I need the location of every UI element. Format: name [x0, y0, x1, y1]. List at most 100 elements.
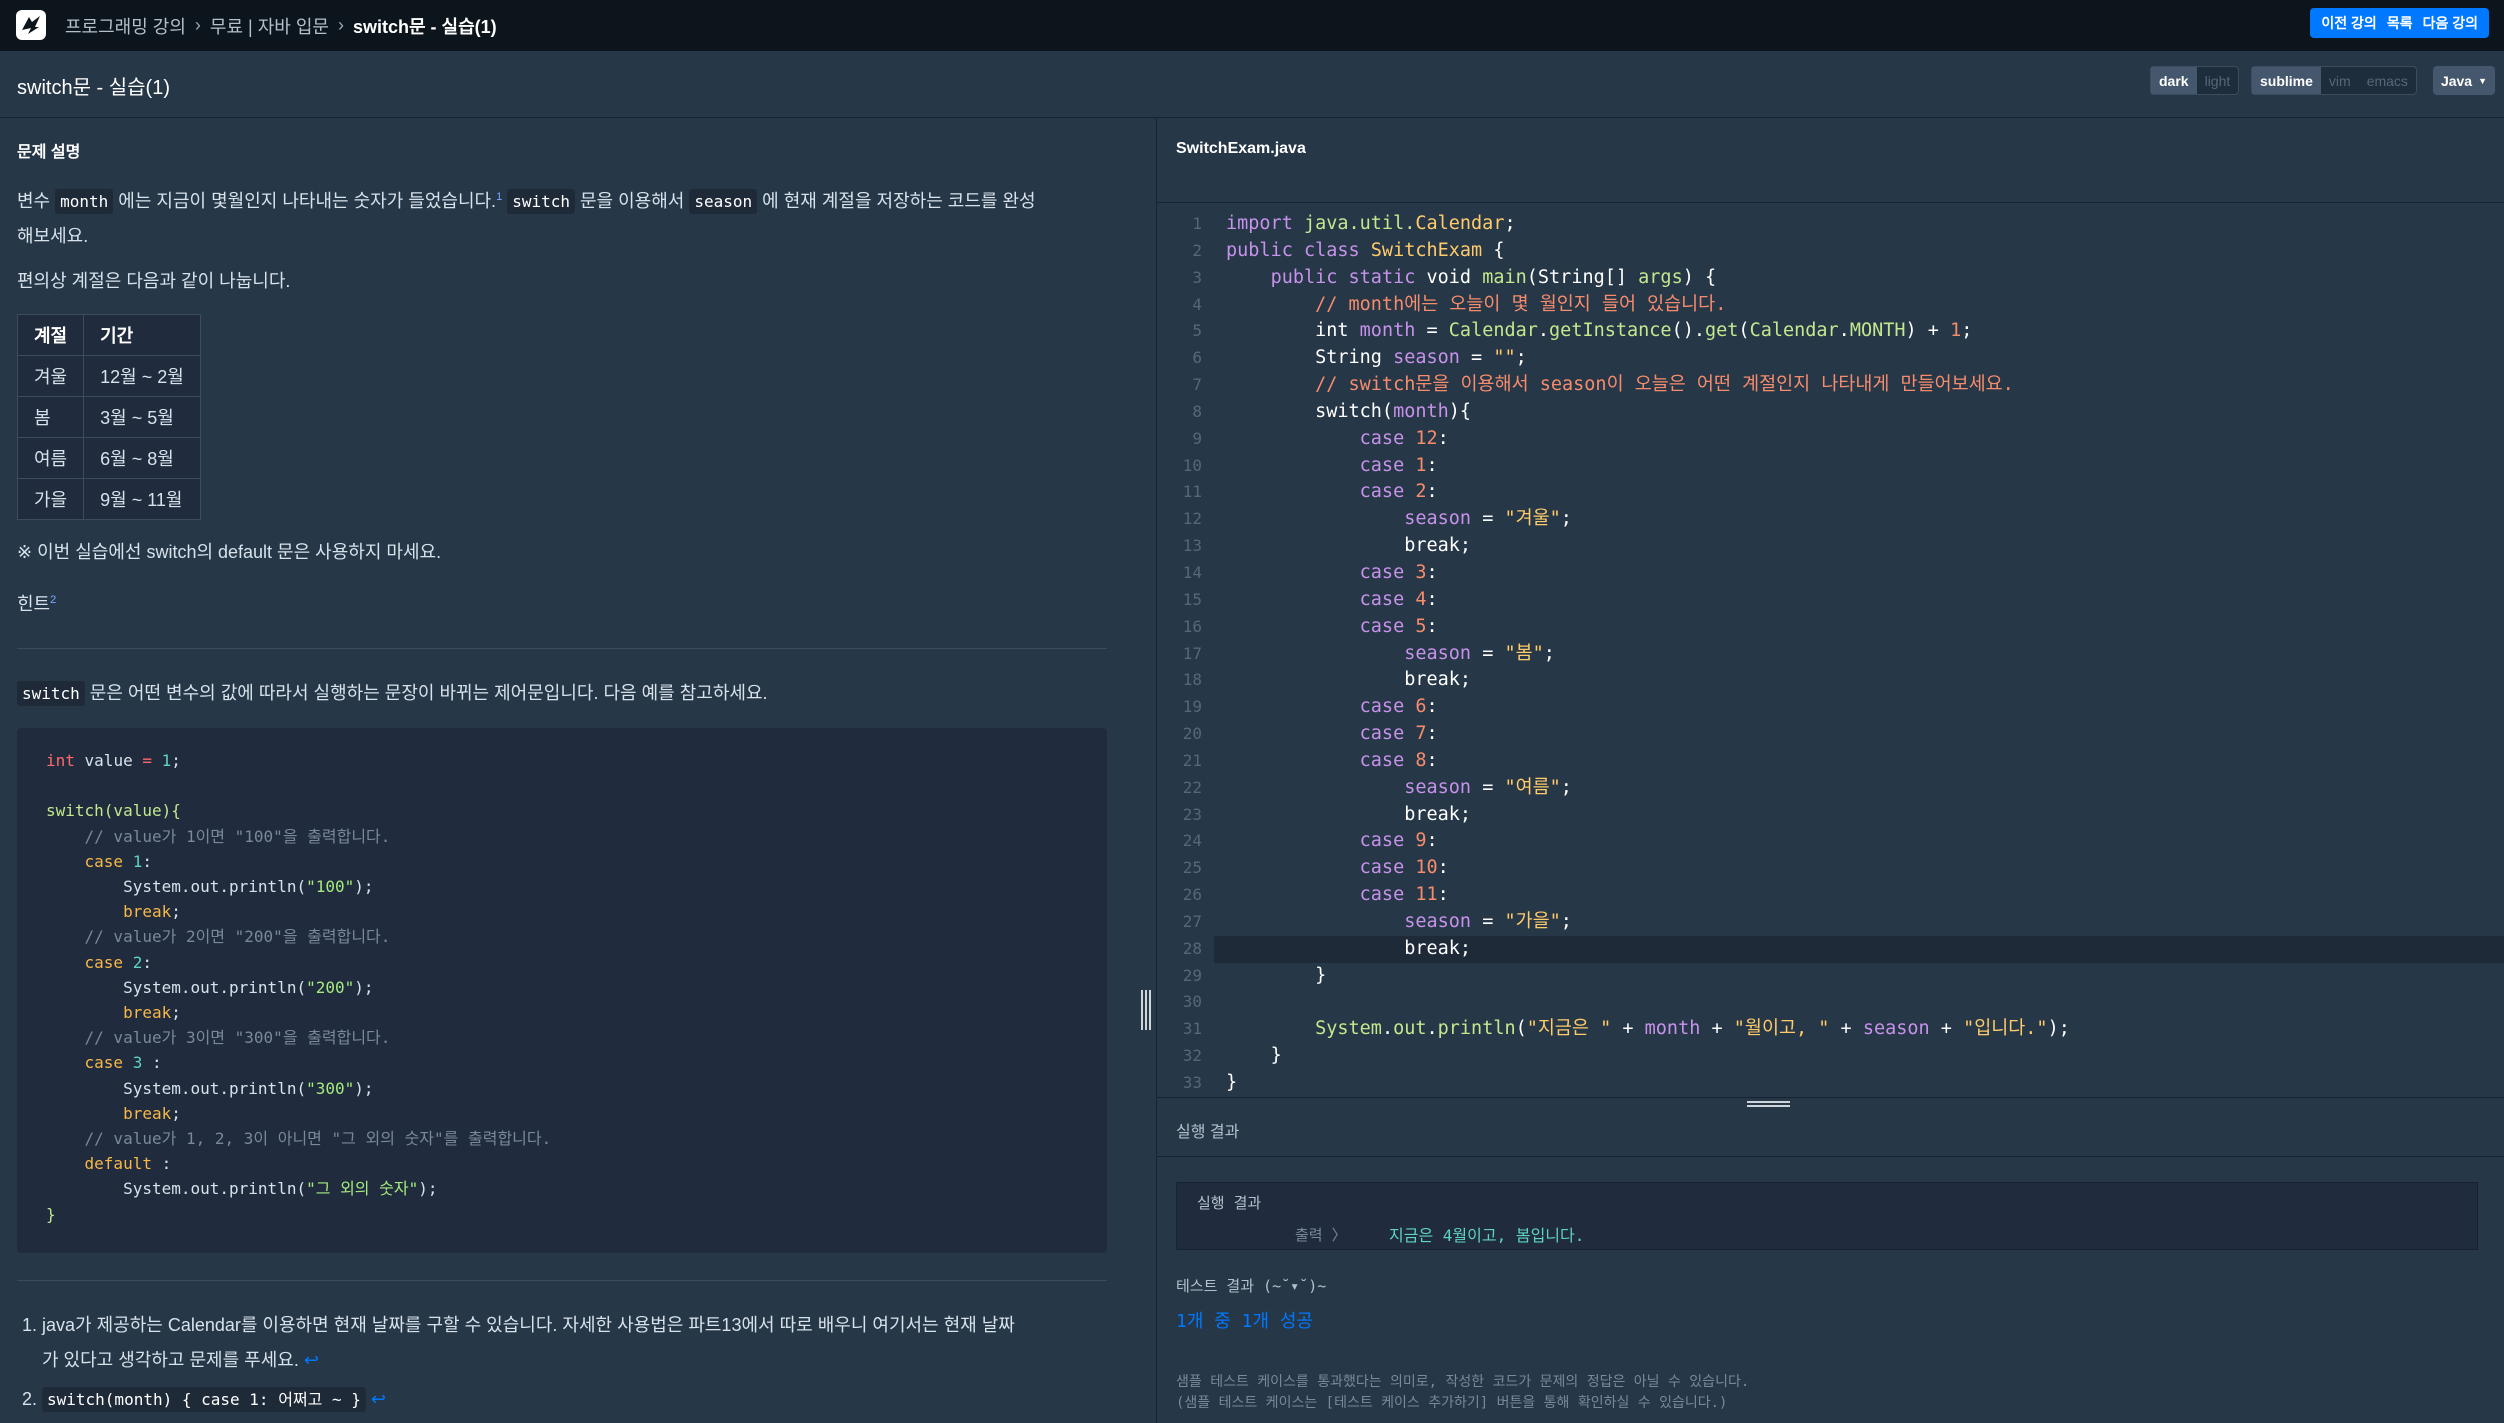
- code-line: import java.util.Calendar;: [1226, 213, 1516, 234]
- code-line: case 5:: [1359, 615, 1438, 637]
- return-icon[interactable]: ↩: [304, 1350, 319, 1370]
- footnotes: java가 제공하는 Calendar를 이용하면 현재 날짜를 구할 수 있습…: [26, 1308, 1015, 1417]
- result-header: 실행 결과: [1157, 1097, 2504, 1157]
- footnote-ref-1[interactable]: 1: [496, 191, 502, 203]
- result-output: 실행 결과 출력 〉 지금은 4월이고, 봄입니다. 테스트 결과 (~˘▾˘)…: [1157, 1157, 2504, 1423]
- code-line: case 7:: [1359, 723, 1438, 745]
- code-line: case 8:: [1359, 749, 1438, 771]
- panel-resize-handle[interactable]: [1141, 990, 1151, 1030]
- chevron-right-icon: ›: [337, 15, 344, 35]
- lecture-list-button[interactable]: 목록: [2382, 13, 2418, 33]
- line-number: 14: [1182, 562, 1202, 582]
- problem-description-panel: 문제 설명 변수 month 에는 지금이 몇월인지 나타내는 숫자가 들었습니…: [0, 118, 1128, 1423]
- code-line-current: break;: [1214, 935, 2504, 963]
- code-line: case 9:: [1359, 830, 1438, 852]
- line-number: 19: [1182, 697, 1202, 717]
- keymap-sublime-option[interactable]: sublime: [2252, 67, 2321, 94]
- code-line: case 12:: [1359, 427, 1449, 449]
- prev-lecture-button[interactable]: 이전 강의: [2316, 13, 2381, 33]
- code-line: season = "여름";: [1404, 776, 1572, 798]
- theme-light-option[interactable]: light: [2197, 67, 2239, 94]
- lecture-nav-buttons: 이전 강의 목록 다음 강의: [2310, 8, 2489, 38]
- code-editor[interactable]: 1 2 3 4 5 6 7 8 9 10 11 12 13 14 15 16 17 18 19 20 21 22 23 24 2…: [1157, 202, 2504, 1097]
- test-note: (샘플 테스트 케이스는 [테스트 케이스 추가하기] 버튼을 통해 확인하실 …: [1176, 1395, 1728, 1411]
- line-number: 20: [1182, 724, 1202, 744]
- theme-dark-option[interactable]: dark: [2151, 67, 2197, 94]
- table-cell: 봄: [16, 396, 85, 438]
- code-line: break;: [1404, 669, 1472, 691]
- keymap-vim-option[interactable]: vim: [2321, 67, 2359, 94]
- code-line: case 1:: [1359, 454, 1438, 476]
- footnote-1: java가 제공하는 Calendar를 이용하면 현재 날짜를 구할 수 있습…: [42, 1308, 1015, 1378]
- text: 문은 어떤 변수의 값에 따라서 실행하는 문장이 바뀌는 제어문입니다. 다음…: [84, 683, 768, 703]
- code-line: season = "봄";: [1404, 642, 1555, 664]
- line-number: 28: [1182, 938, 1202, 958]
- text: 에 현재 계절을 저장하는 코드를 완성: [757, 191, 1036, 211]
- code-editor-panel: SwitchExam.java 1 2 3 4 5 6 7 8 9 10 11 12 13 14 15 16 1…: [1156, 118, 2504, 1423]
- line-number: 25: [1182, 858, 1202, 878]
- table-header: 계절: [16, 314, 85, 356]
- code-line: case 11:: [1359, 884, 1449, 906]
- code-line: int month = Calendar.getInstance().get(C…: [1315, 320, 1973, 342]
- line-number: 15: [1182, 589, 1202, 609]
- breadcrumb-item-lectures[interactable]: 프로그래밍 강의: [65, 13, 186, 39]
- code-lines[interactable]: import java.util.Calendar; public class …: [1214, 211, 2504, 1097]
- table-row: 가을 9월 ~ 11월: [16, 478, 201, 520]
- code-line: // switch문을 이용해서 season이 오늘은 어떤 계절인지 나타내…: [1315, 374, 2014, 396]
- output-label: 출력 〉: [1295, 1226, 1347, 1244]
- editor-resize-handle[interactable]: [1747, 1101, 1790, 1111]
- keymap-emacs-option[interactable]: emacs: [2359, 67, 2416, 94]
- line-number: 11: [1182, 482, 1202, 502]
- line-number: 4: [1192, 294, 1202, 314]
- page-title: switch문 - 실습(1): [17, 77, 170, 99]
- code-line: break;: [1404, 803, 1472, 825]
- inline-code-season: season: [689, 189, 758, 214]
- footnote-text: java가 제공하는 Calendar를 이용하면 현재 날짜를 구할 수 있습…: [42, 1315, 1015, 1335]
- table-cell: 6월 ~ 8월: [83, 437, 201, 479]
- line-number: 30: [1182, 992, 1202, 1012]
- return-icon[interactable]: ↩: [371, 1389, 386, 1409]
- top-navigation-bar: 프로그래밍 강의 › 무료 | 자바 입문 › switch문 - 실습(1) …: [0, 0, 2504, 51]
- problem-paragraph-1: 변수 month 에는 지금이 몇월인지 나타내는 숫자가 들었습니다.1 sw…: [17, 180, 1107, 254]
- line-number: 32: [1182, 1046, 1202, 1066]
- theme-toggle: dark light: [2150, 66, 2240, 95]
- footnote-2: switch(month) { case 1: 어쩌고 ~ } ↩: [42, 1382, 1015, 1417]
- line-number: 24: [1182, 831, 1202, 851]
- line-number: 16: [1182, 616, 1202, 636]
- switch-description: switch 문은 어떤 변수의 값에 따라서 실행하는 문장이 바뀌는 제어문…: [17, 676, 768, 711]
- table-cell: 9월 ~ 11월: [83, 478, 201, 520]
- table-row: 봄 3월 ~ 5월: [16, 396, 201, 438]
- next-lecture-button[interactable]: 다음 강의: [2418, 13, 2483, 33]
- hint-label: 힌트: [17, 594, 51, 614]
- line-number: 18: [1182, 670, 1202, 690]
- footnote-ref-2[interactable]: 2: [50, 594, 56, 606]
- line-number: 1: [1192, 214, 1202, 233]
- keymap-toggle: sublime vim emacs: [2251, 66, 2417, 95]
- line-number: 13: [1182, 536, 1202, 556]
- language-select[interactable]: Java ▼: [2433, 66, 2495, 95]
- code-line: switch(month){: [1315, 400, 1472, 422]
- line-number: 31: [1182, 1019, 1202, 1039]
- code-line: case 10:: [1359, 857, 1449, 879]
- text: 해보세요.: [17, 226, 89, 246]
- breadcrumb-item-course[interactable]: 무료 | 자바 입문: [210, 13, 329, 39]
- table-row: 겨울 12월 ~ 2월: [16, 355, 201, 397]
- inline-code-month: month: [55, 189, 114, 214]
- line-number: 33: [1182, 1073, 1202, 1092]
- table-cell: 겨울: [16, 355, 85, 397]
- test-result-title: 테스트 결과 (~˘▾˘)~: [1176, 1277, 1327, 1295]
- code-line: break;: [1404, 535, 1472, 557]
- code-line: public static void main(String[] args) {: [1270, 266, 1717, 288]
- text: 문을 이용해서: [575, 191, 690, 211]
- sample-code-block: int value = 1; switch(value){ // value가 …: [17, 728, 1107, 1253]
- output-value: 지금은 4월이고, 봄입니다.: [1389, 1226, 1585, 1245]
- inline-code-switch: switch: [17, 681, 85, 706]
- divider: [17, 1280, 1107, 1281]
- line-numbers: 1 2 3 4 5 6 7 8 9 10 11 12 13 14 15 16 17 18 19 20 21 22 23 24 2…: [1157, 211, 1202, 1097]
- programmers-logo-icon[interactable]: [16, 10, 46, 40]
- text: 에는 지금이 몇월인지 나타내는 숫자가 들었습니다.: [113, 191, 497, 211]
- lesson-title-bar: switch문 - 실습(1) dark light sublime vim e…: [0, 51, 2504, 118]
- code-line: case 4:: [1359, 588, 1438, 610]
- line-number: 26: [1182, 885, 1202, 905]
